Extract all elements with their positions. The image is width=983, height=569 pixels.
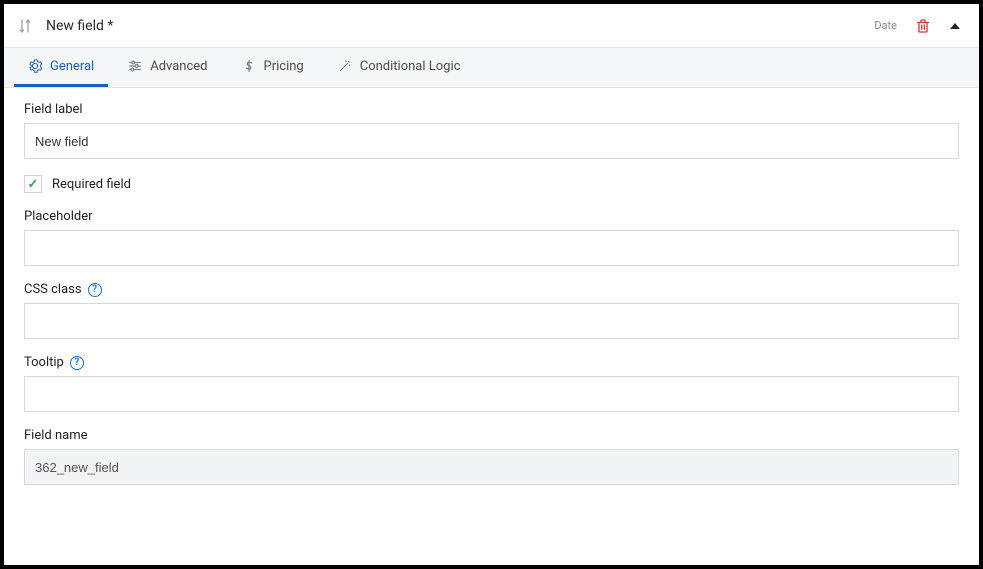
collapse-icon[interactable] (949, 20, 961, 32)
required-field-group: ✓ Required field (24, 175, 959, 193)
placeholder-label: Placeholder (24, 209, 93, 224)
sliders-icon (128, 59, 142, 73)
dollar-icon (242, 59, 256, 73)
tab-pricing[interactable]: Pricing (228, 48, 318, 87)
placeholder-input[interactable] (24, 230, 959, 266)
field-header: New field * Date (4, 4, 979, 48)
field-name-label: Field name (24, 428, 88, 443)
form-body: Field label ✓ Required field Placeholder… (4, 88, 979, 521)
drag-handle-icon[interactable] (18, 18, 32, 34)
trash-icon[interactable] (915, 18, 931, 34)
field-name-input[interactable] (24, 449, 959, 485)
required-label: Required field (52, 177, 131, 192)
tab-advanced[interactable]: Advanced (114, 48, 221, 87)
tab-label: Pricing (264, 59, 304, 74)
field-label-input[interactable] (24, 123, 959, 159)
field-label-text: Field label (24, 102, 83, 117)
tab-label: General (50, 59, 94, 74)
help-icon[interactable]: ? (88, 283, 102, 297)
css-class-label: CSS class (24, 282, 82, 297)
tooltip-input[interactable] (24, 376, 959, 412)
tab-general[interactable]: General (14, 48, 108, 87)
field-name-group: Field name (24, 428, 959, 485)
tab-label: Conditional Logic (360, 59, 461, 74)
css-class-group: CSS class ? (24, 282, 959, 339)
tab-label: Advanced (150, 59, 207, 74)
tab-conditional-logic[interactable]: Conditional Logic (324, 48, 475, 87)
field-type-badge: Date (874, 19, 897, 32)
wand-icon (338, 59, 352, 73)
tooltip-label: Tooltip (24, 355, 64, 370)
field-label-group: Field label (24, 102, 959, 159)
required-checkbox[interactable]: ✓ (24, 175, 42, 193)
tabs-bar: General Advanced Pricing (4, 48, 979, 88)
field-title: New field * (46, 18, 113, 34)
tooltip-group: Tooltip ? (24, 355, 959, 412)
gear-icon (28, 59, 42, 73)
placeholder-group: Placeholder (24, 209, 959, 266)
css-class-input[interactable] (24, 303, 959, 339)
help-icon[interactable]: ? (70, 356, 84, 370)
